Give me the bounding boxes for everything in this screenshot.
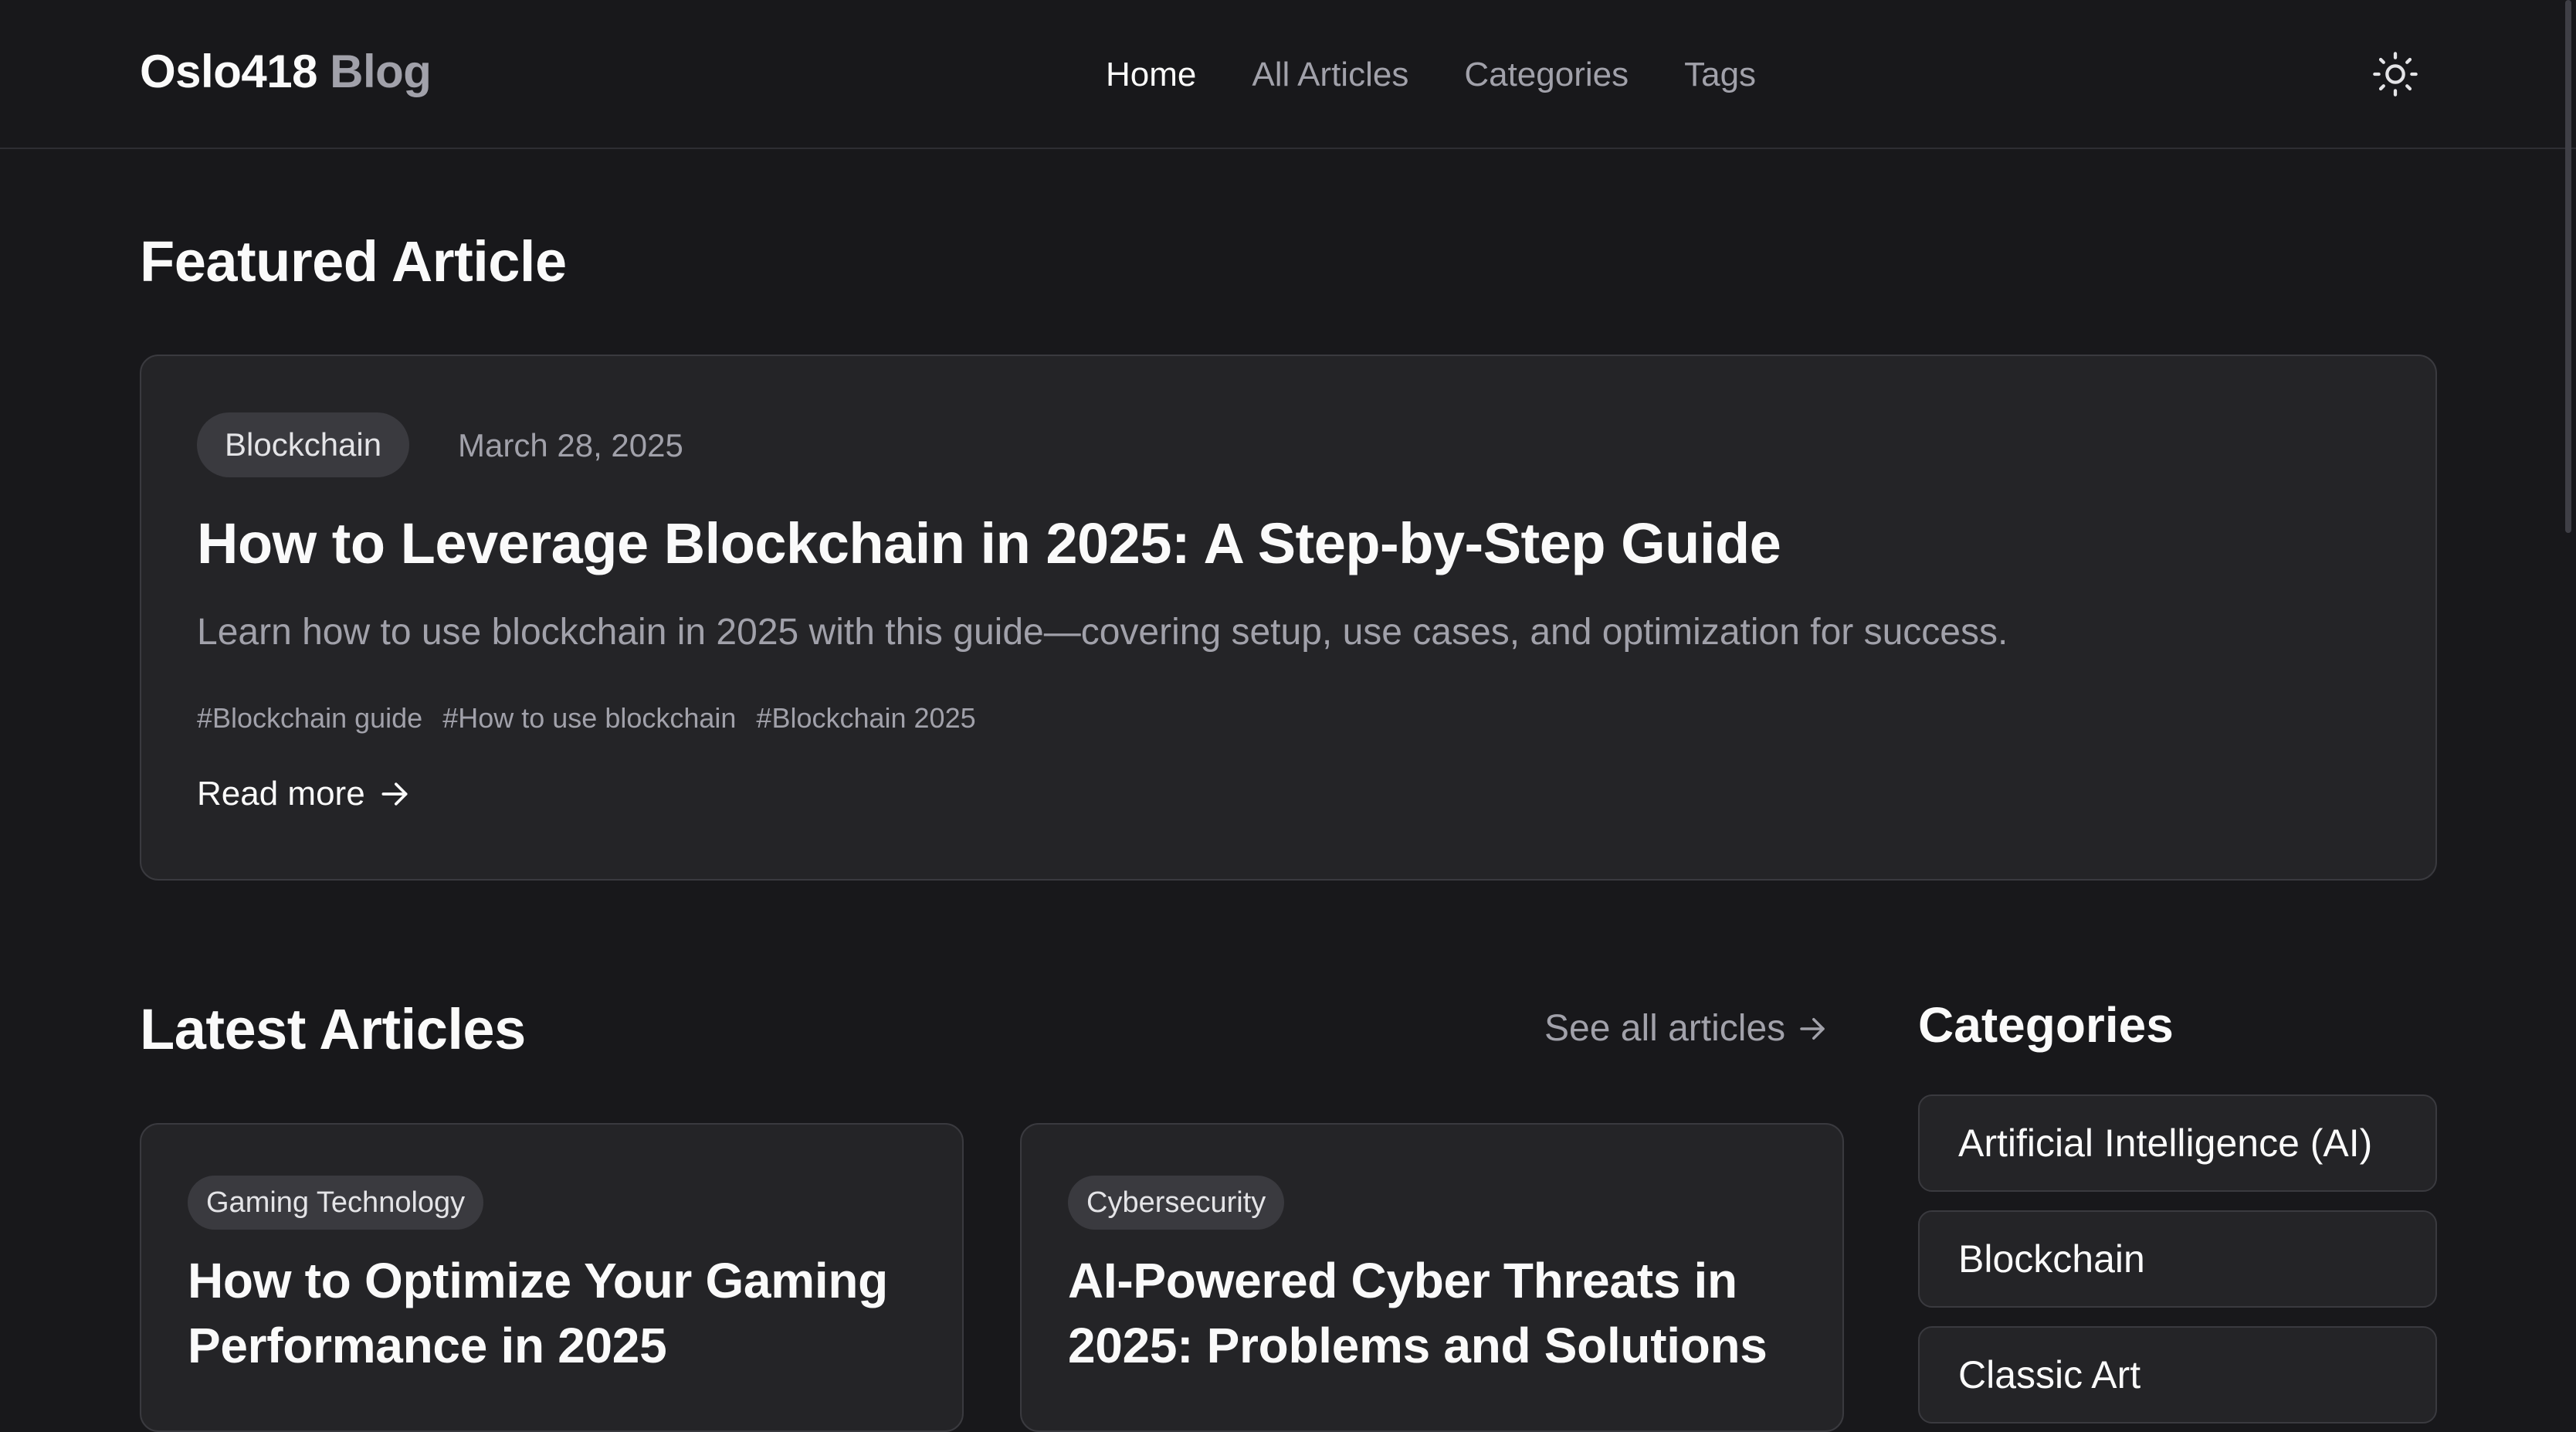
site-header: Oslo418 Blog Home All Articles Categorie… [0,0,2576,149]
article-date: March 28, 2025 [458,427,683,463]
nav-tags[interactable]: Tags [1684,56,1756,94]
article-card[interactable]: Gaming Technology How to Optimize Your G… [140,1123,964,1432]
nav-categories[interactable]: Categories [1464,56,1629,94]
featured-article-excerpt: Learn how to use blockchain in 2025 with… [197,612,2008,653]
arrow-right-icon [1800,1017,1825,1040]
logo-main: Oslo418 [140,46,317,97]
arrow-right-icon [381,782,408,806]
category-item[interactable]: Blockchain [1918,1210,2437,1308]
read-more-link[interactable]: Read more [197,775,412,813]
category-item[interactable]: Artificial Intelligence (AI) [1918,1094,2437,1192]
read-more-label: Read more [197,775,365,813]
article-title[interactable]: How to Optimize Your Gaming Performance … [188,1248,929,1378]
tag-list: #Blockchain guide #How to use blockchain… [197,702,976,735]
featured-article-title[interactable]: How to Leverage Blockchain in 2025: A St… [197,511,1781,576]
featured-article-card[interactable]: Blockchain March 28, 2025 How to Leverag… [140,355,2437,881]
sun-icon [2373,52,2418,97]
see-all-label: See all articles [1544,1008,1786,1049]
category-badge[interactable]: Blockchain [197,412,410,477]
article-card[interactable]: Cybersecurity AI-Powered Cyber Threats i… [1020,1123,1844,1432]
category-badge[interactable]: Cybersecurity [1068,1176,1285,1230]
nav-home[interactable]: Home [1106,56,1196,94]
article-title[interactable]: AI-Powered Cyber Threats in 2025: Proble… [1068,1248,1809,1378]
category-item[interactable]: Classic Art [1918,1326,2437,1424]
category-badge[interactable]: Gaming Technology [188,1176,484,1230]
tag-link[interactable]: #Blockchain guide [197,702,422,735]
theme-toggle-button[interactable] [2371,49,2420,99]
site-logo[interactable]: Oslo418 Blog [140,45,432,98]
featured-section-title: Featured Article [140,229,567,294]
latest-section-title: Latest Articles [140,997,526,1061]
tag-link[interactable]: #How to use blockchain [442,702,736,735]
main-nav: Home All Articles Categories Tags [1106,56,1756,94]
nav-all-articles[interactable]: All Articles [1252,56,1408,94]
scrollbar-thumb[interactable] [2565,0,2571,533]
see-all-articles-link[interactable]: See all articles [1544,1007,1829,1050]
logo-accent: Blog [330,46,432,97]
categories-sidebar-title: Categories [1918,997,2174,1053]
tag-link[interactable]: #Blockchain 2025 [756,702,975,735]
